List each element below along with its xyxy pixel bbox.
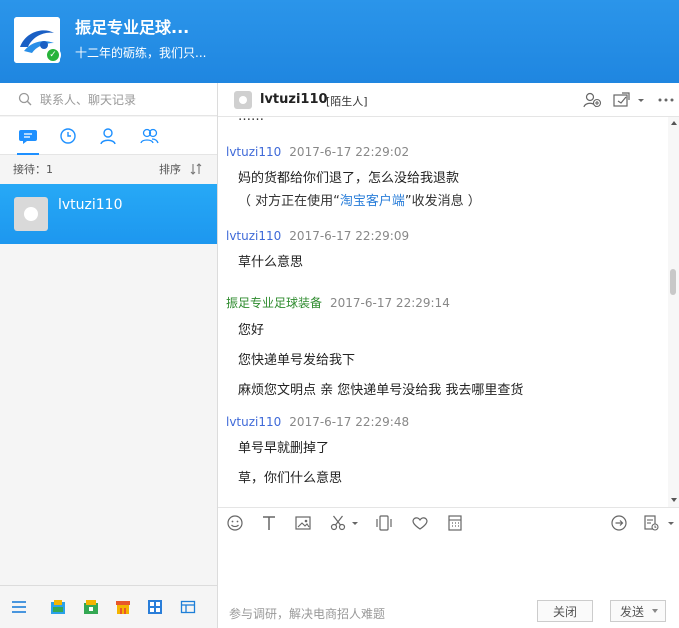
chat-header: lvtuzi110 [陌生人] [218,83,679,117]
scroll-thumb[interactable] [670,269,676,295]
input-toolbar [218,507,679,537]
chevron-down-icon[interactable] [652,609,658,613]
window-header: ✓ 振足专业足球... 十二年的砺练，我们只... [0,0,679,83]
shop-slogan: 十二年的砺练，我们只... [75,46,207,60]
message-sender[interactable]: lvtuzi110 [226,145,281,159]
share-card-icon[interactable] [612,91,632,109]
chevron-down-icon[interactable] [350,513,360,533]
image-icon[interactable] [293,513,313,533]
message-sender[interactable]: lvtuzi110 [226,229,281,243]
verified-check-icon: ✓ [45,47,61,63]
message-text: 妈的货都给你们退了，怎么没给我退款 [238,171,460,186]
search-bar [0,83,217,116]
message-time: 2017-6-17 22:29:14 [330,296,450,310]
message-list[interactable]: …… lvtuzi110 2017-6-17 22:29:02 妈的货都给你们退了… [218,117,668,507]
emoji-icon[interactable] [225,513,245,533]
calculator-icon[interactable] [445,513,465,533]
contacts-panel: 接待：1 排序 lvtuzi110 [0,83,218,628]
system-notice: （ 对方正在使用“淘宝客户端”收发消息 ） [238,194,481,209]
app-icon-1[interactable] [49,598,67,616]
contact-name: lvtuzi110 [58,197,123,213]
message: lvtuzi110 2017-6-17 22:29:48 单号早就删掉了 草，你们… [226,415,409,486]
bottom-toolbar [0,585,217,628]
sort-button[interactable]: 排序 [159,161,181,177]
shop-name[interactable]: 振足专业足球... [75,14,189,38]
transfer-icon[interactable] [609,513,629,533]
tab-contacts[interactable] [97,125,119,147]
message-text: 草，你们什么意思 [238,471,343,486]
message: lvtuzi110 2017-6-17 22:29:02 妈的货都给你们退了，怎么… [226,145,481,209]
history-icon[interactable] [641,513,661,533]
clock-icon [60,128,76,144]
reception-count: 接待：1 [13,163,53,176]
message-time: 2017-6-17 22:29:09 [289,229,410,243]
chat-panel: lvtuzi110 [陌生人] …… lvtuzi110 2017-6-17 22… [218,83,679,628]
chevron-down-icon[interactable] [666,513,676,533]
chat-icon [19,130,37,144]
tab-chats[interactable] [17,125,39,155]
clipped-message: …… [238,117,264,124]
message: 振足专业足球装备 2017-6-17 22:29:14 您好 您快递单号发给我下 … [226,294,523,398]
chevron-down-icon[interactable] [636,91,646,109]
message-time: 2017-6-17 22:29:48 [289,415,410,429]
scissors-icon[interactable] [328,513,348,533]
add-contact-icon[interactable] [582,91,602,109]
more-icon[interactable] [656,91,676,109]
grid-app-icon[interactable] [146,598,164,616]
app-icon-2[interactable] [82,598,100,616]
message-sender[interactable]: lvtuzi110 [226,415,281,429]
avatar[interactable] [234,91,252,109]
chat-contact-name[interactable]: lvtuzi110 [260,92,328,107]
message-input[interactable] [218,537,679,593]
message-text: 您好 [238,323,265,338]
shop-icon[interactable] [114,598,132,616]
message-text: 单号早就删掉了 [238,441,330,456]
window-icon[interactable] [179,598,197,616]
message-text: 您快递单号发给我下 [238,353,356,368]
search-icon [18,92,32,106]
taobao-client-link[interactable]: 淘宝客户端 [340,194,405,209]
message-time: 2017-6-17 22:29:02 [289,145,410,159]
message-text: 草什么意思 [238,255,304,270]
close-button[interactable]: 关闭 [537,600,593,622]
heart-icon[interactable] [410,513,430,533]
menu-icon[interactable] [10,598,28,616]
tab-groups[interactable] [138,125,160,147]
message-sender[interactable]: 振足专业足球装备 [226,296,322,310]
survey-link[interactable]: 参与调研，解决电商招人难题 [229,605,385,622]
send-label: 发送 [620,604,645,619]
stranger-tag: [陌生人] [326,95,368,108]
avatar [14,197,48,231]
message-text: 麻烦您文明点 亲 您快递单号没给我 我去哪里查货 [238,383,524,398]
message-scrollbar[interactable] [668,117,679,507]
message: lvtuzi110 2017-6-17 22:29:09 草什么意思 [226,229,409,270]
scroll-down-icon[interactable] [671,498,677,502]
send-button[interactable]: 发送 [610,600,666,622]
group-icon [140,128,159,144]
reception-bar: 接待：1 排序 [0,156,217,182]
shake-icon[interactable] [374,513,394,533]
tab-recent[interactable] [57,125,79,147]
person-icon [100,128,116,145]
sort-icon[interactable] [190,162,202,176]
scroll-up-icon[interactable] [671,121,677,125]
list-item[interactable]: lvtuzi110 [0,184,217,244]
contact-tabs [0,117,217,155]
search-input[interactable] [40,91,200,109]
text-icon[interactable] [259,513,279,533]
